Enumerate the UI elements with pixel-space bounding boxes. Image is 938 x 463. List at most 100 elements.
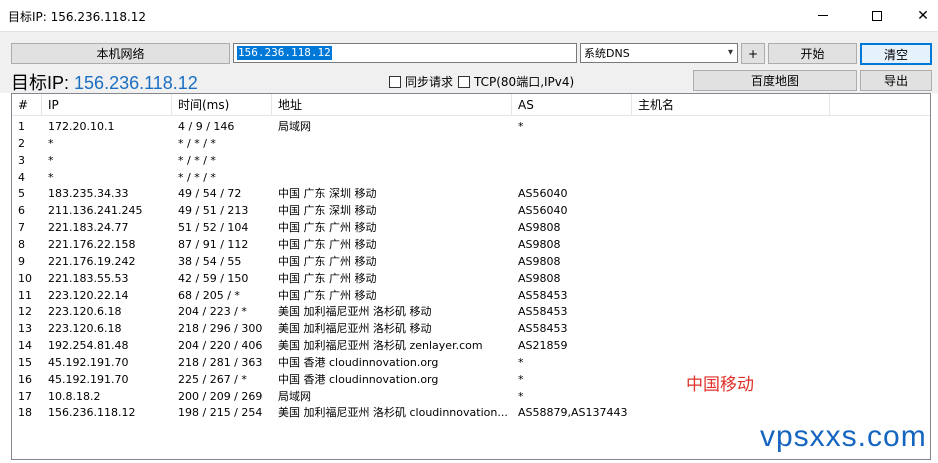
minimize-button[interactable] <box>800 0 846 31</box>
toolbar: 本机网络 156.236.118.12 系统DNS ▾ + 开始 清空 目标IP… <box>0 31 938 93</box>
cell-location: 美国 加利福尼亚州 洛杉矶 zenlayer.com <box>278 339 483 353</box>
table-row[interactable]: 17 10.8.18.2 200 / 209 / 269 局域网 * <box>12 388 930 405</box>
cell-location: 中国 广东 广州 移动 <box>278 271 377 285</box>
cell-index: 4 <box>18 170 25 184</box>
table-row[interactable]: 4 * * / * / * <box>12 169 930 186</box>
target-ip-value: 156.236.118.12 <box>237 46 332 60</box>
cell-index: 8 <box>18 237 25 251</box>
maximize-button[interactable] <box>854 0 900 31</box>
cell-time: 68 / 205 / * <box>178 288 240 302</box>
cell-as: * <box>518 389 524 403</box>
close-button[interactable]: ✕ <box>900 0 938 31</box>
cell-hostname <box>632 169 830 186</box>
cell-ip: 45.192.191.70 <box>48 355 129 369</box>
table-row[interactable]: 5 183.235.34.33 49 / 54 / 72 中国 广东 深圳 移动 AS5… <box>12 185 930 202</box>
cell-location <box>272 169 512 186</box>
cell-index: 18 <box>18 406 32 420</box>
cell-ip: 221.183.24.77 <box>48 221 129 235</box>
tcp-checkbox[interactable]: TCP(80端口,IPv4) <box>458 73 574 90</box>
export-button[interactable]: 导出 <box>860 70 932 91</box>
cell-time: 42 / 59 / 150 <box>178 271 249 285</box>
dns-selected-value: 系统DNS <box>584 47 630 60</box>
table-row[interactable]: 3 * * / * / * <box>12 152 930 169</box>
dns-select[interactable]: 系统DNS ▾ <box>580 43 738 63</box>
cell-time: 198 / 215 / 254 <box>178 406 263 420</box>
table-row[interactable]: 7 221.183.24.77 51 / 52 / 104 中国 广东 广州 移动 AS… <box>12 219 930 236</box>
table-row[interactable]: 14 192.254.81.48 204 / 220 / 406 美国 加利福尼亚州 … <box>12 337 930 354</box>
cell-index: 12 <box>18 305 32 319</box>
table-row[interactable]: 8 221.176.22.158 87 / 91 / 112 中国 广东 广州 移动 A… <box>12 236 930 253</box>
cell-location: 中国 香港 cloudinnovation.org <box>278 355 439 369</box>
tcp-label: TCP(80端口,IPv4) <box>474 75 575 89</box>
cell-time: 38 / 54 / 55 <box>178 254 242 268</box>
cell-ip: 10.8.18.2 <box>48 389 101 403</box>
start-button[interactable]: 开始 <box>768 43 857 64</box>
cell-index: 7 <box>18 221 25 235</box>
column-header-hostname[interactable]: 主机名 <box>632 94 830 116</box>
cell-index: 13 <box>18 322 32 336</box>
target-ip-prefix: 目标IP: <box>11 73 70 93</box>
cell-location: 美国 加利福尼亚州 洛杉矶 移动 <box>278 305 432 319</box>
carrier-watermark: 中国移动 <box>686 375 754 395</box>
table-row[interactable]: 16 45.192.191.70 225 / 267 / * 中国 香港 cloudi… <box>12 371 930 388</box>
cell-as: AS58879,AS137443 <box>518 406 628 420</box>
cell-location: 中国 广东 广州 移动 <box>278 254 377 268</box>
table-row[interactable]: 10 221.183.55.53 42 / 59 / 150 中国 广东 广州 移动 A… <box>12 270 930 287</box>
cell-index: 2 <box>18 136 25 150</box>
cell-index: 17 <box>18 389 32 403</box>
clear-button[interactable]: 清空 <box>860 43 932 65</box>
table-row[interactable]: 11 223.120.22.14 68 / 205 / * 中国 广东 广州 移动 AS… <box>12 287 930 304</box>
table-row[interactable]: 15 45.192.191.70 218 / 281 / 363 中国 香港 clou… <box>12 354 930 371</box>
cell-location <box>272 135 512 152</box>
cell-location: 中国 广东 广州 移动 <box>278 237 377 251</box>
sync-request-label: 同步请求 <box>405 75 454 89</box>
cell-hostname <box>632 135 830 152</box>
column-header-location[interactable]: 地址 <box>272 94 512 116</box>
column-header-as[interactable]: AS <box>512 94 632 116</box>
cell-hostname <box>632 219 830 236</box>
table-row[interactable]: 12 223.120.6.18 204 / 223 / * 美国 加利福尼亚州 洛杉矶… <box>12 303 930 320</box>
column-header-time[interactable]: 时间(ms) <box>172 94 272 116</box>
cell-time: 200 / 209 / 269 <box>178 389 263 403</box>
cell-ip: 156.236.118.12 <box>48 406 136 420</box>
table-row[interactable]: 1 172.20.10.1 4 / 9 / 146 局域网 * <box>12 118 930 135</box>
cell-as <box>512 169 632 186</box>
cell-index: 16 <box>18 372 32 386</box>
cell-ip: 183.235.34.33 <box>48 187 129 201</box>
table-row[interactable]: 18 156.236.118.12 198 / 215 / 254 美国 加利福尼亚州… <box>12 404 930 421</box>
local-network-button[interactable]: 本机网络 <box>11 43 230 64</box>
cell-as: AS9808 <box>518 221 561 235</box>
cell-ip: * <box>48 170 54 184</box>
cell-ip: 221.183.55.53 <box>48 271 129 285</box>
checkbox-icon <box>458 75 470 88</box>
baidu-map-button[interactable]: 百度地图 <box>693 70 857 91</box>
cell-hostname <box>632 270 830 287</box>
cell-ip: * <box>48 153 54 167</box>
cell-time: 218 / 296 / 300 <box>178 322 263 336</box>
table-row[interactable]: 13 223.120.6.18 218 / 296 / 300 美国 加利福尼亚州 洛… <box>12 320 930 337</box>
cell-index: 3 <box>18 153 25 167</box>
column-header-index[interactable]: # <box>12 94 42 116</box>
target-ip-input[interactable]: 156.236.118.12 <box>233 43 577 63</box>
table-row[interactable]: 9 221.176.19.242 38 / 54 / 55 中国 广东 广州 移动 AS… <box>12 253 930 270</box>
cell-index: 5 <box>18 187 25 201</box>
cell-time: 4 / 9 / 146 <box>178 120 235 133</box>
cell-as: * <box>518 372 524 386</box>
table-row[interactable]: 2 * * / * / * <box>12 135 930 152</box>
cell-time: 204 / 223 / * <box>178 305 247 319</box>
target-ip-link[interactable]: 156.236.118.12 <box>74 73 198 93</box>
cell-ip: 192.254.81.48 <box>48 339 129 353</box>
traceroute-table[interactable]: # IP 时间(ms) 地址 AS 主机名 1 172.20.10.1 4 / 9 … <box>11 93 931 460</box>
sync-request-checkbox[interactable]: 同步请求 <box>389 73 453 90</box>
cell-hostname <box>632 152 830 169</box>
cell-time: * / * / * <box>178 153 216 167</box>
column-header-ip[interactable]: IP <box>42 94 172 116</box>
add-button[interactable]: + <box>741 43 765 64</box>
cell-ip: 221.176.22.158 <box>48 237 136 251</box>
cell-index: 15 <box>18 355 32 369</box>
cell-location: 中国 广东 广州 移动 <box>278 221 377 235</box>
cell-hostname <box>632 354 830 371</box>
cell-time: 49 / 54 / 72 <box>178 187 242 201</box>
cell-hostname <box>632 337 830 354</box>
table-row[interactable]: 6 211.136.241.245 49 / 51 / 213 中国 广东 深圳 移动… <box>12 202 930 219</box>
